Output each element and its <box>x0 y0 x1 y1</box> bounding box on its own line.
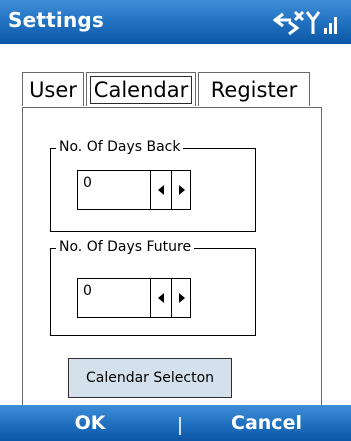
tab-register[interactable]: Register <box>198 72 310 106</box>
arrow-right-icon <box>179 293 185 303</box>
tab-register-label: Register <box>210 78 298 102</box>
arrow-left-icon <box>158 293 164 303</box>
days-future-input[interactable]: 0 <box>83 283 92 299</box>
tab-user[interactable]: User <box>22 72 84 106</box>
days-back-stepper-buttons <box>150 170 193 210</box>
days-back-input[interactable]: 0 <box>83 175 92 191</box>
soft-key-bar: OK Cancel <box>0 405 351 441</box>
days-future-label: No. Of Days Future <box>56 239 195 255</box>
days-future-stepper-buttons <box>150 278 193 318</box>
calendar-selection-button[interactable]: Calendar Selecton <box>68 358 232 398</box>
arrow-right-icon <box>179 185 185 195</box>
days-back-label: No. Of Days Back <box>56 139 184 155</box>
tab-user-label: User <box>29 78 77 102</box>
tab-calendar-focus: Calendar <box>90 76 192 104</box>
days-future-decrement-button[interactable] <box>151 278 172 318</box>
days-future-increment-button[interactable] <box>172 278 192 318</box>
cancel-softkey[interactable]: Cancel <box>182 405 351 441</box>
title-bar: Settings <box>0 0 351 44</box>
ok-softkey[interactable]: OK <box>0 405 180 441</box>
tab-calendar[interactable]: Calendar <box>86 72 196 106</box>
window-title: Settings <box>8 8 105 32</box>
days-back-increment-button[interactable] <box>172 170 192 210</box>
tab-calendar-label: Calendar <box>93 78 189 102</box>
days-future-stepper: 0 <box>77 278 191 318</box>
days-back-stepper: 0 <box>77 170 191 210</box>
arrow-left-icon <box>158 185 164 195</box>
signal-strength-icon <box>324 17 337 34</box>
days-back-decrement-button[interactable] <box>151 170 172 210</box>
softkey-divider <box>179 417 181 435</box>
status-icons <box>272 8 343 36</box>
